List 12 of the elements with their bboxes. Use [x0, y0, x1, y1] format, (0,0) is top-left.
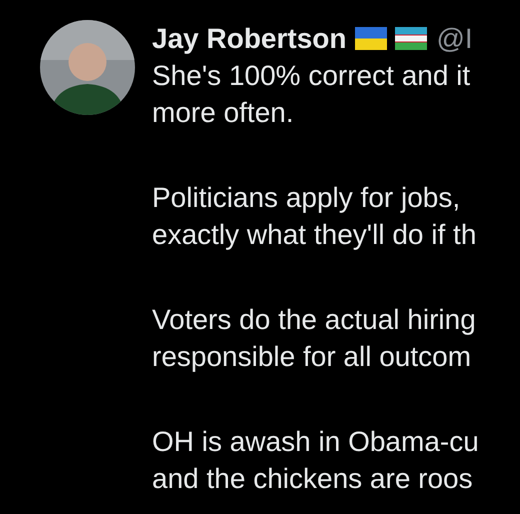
post-text-line: exactly what they'll do if th	[152, 218, 476, 252]
post-text-line: more often.	[152, 96, 294, 130]
post-text-line: She's 100% correct and it	[152, 59, 470, 93]
post-text-line: and the chickens are roos	[152, 462, 473, 496]
flag-icon	[394, 27, 426, 50]
post-text-line: responsible for all outcom	[152, 340, 472, 374]
author-name[interactable]: Jay Robertson	[152, 20, 346, 57]
user-handle[interactable]: @I	[436, 20, 473, 57]
flag-icon	[354, 27, 386, 50]
post-text-line: Voters do the actual hiring	[152, 303, 476, 337]
post-text-line: OH is awash in Obama-cu	[152, 425, 479, 459]
post-text-line: Politicians apply for jobs,	[152, 181, 460, 215]
